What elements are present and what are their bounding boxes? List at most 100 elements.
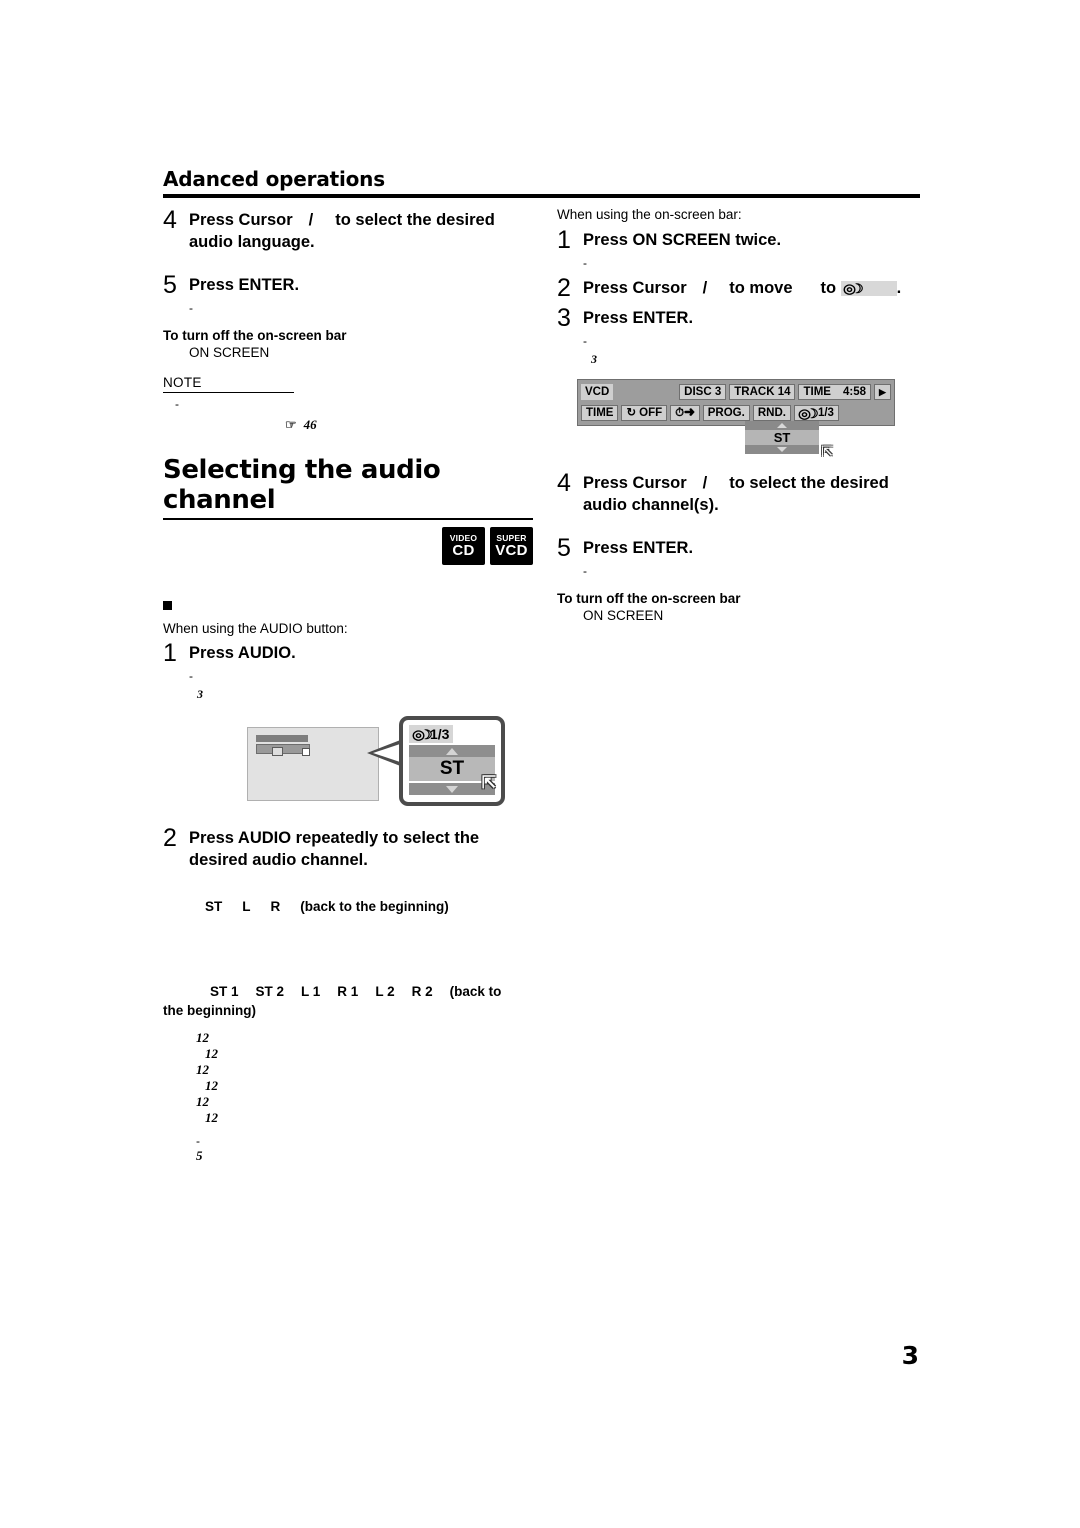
osd-channel-value: ST	[439, 758, 465, 779]
osd-spinner-up[interactable]	[409, 745, 495, 757]
note-label: NOTE	[163, 375, 202, 390]
tv-osd-figure: ◎☽ 1/3 ST ⇱	[247, 716, 507, 808]
step-number: 4	[163, 206, 177, 234]
note-dash: -	[175, 397, 179, 411]
cursor-slash: /	[308, 211, 314, 229]
step-number: 5	[557, 534, 571, 562]
sequence-item: R 1	[337, 984, 359, 999]
lead-in-audio-button: When using the AUDIO button:	[163, 621, 348, 636]
on-screen-bar: VCD DISC 3 TRACK 14 TIME 4:58 ▶ TIME ↻ OF…	[577, 379, 895, 426]
step-2-move-cursor: 2 Press Cursor / to move to ◎☽.	[557, 274, 922, 302]
osd-time-mode-chip[interactable]: TIME	[581, 405, 619, 421]
step-text: Press ENTER.	[583, 539, 694, 557]
step-2-press-audio-repeatedly: 2 Press AUDIO repeatedly to select the d…	[163, 824, 533, 871]
turn-off-heading: To turn off the on-screen bar	[163, 328, 347, 343]
tv-screen-graphic	[247, 727, 379, 801]
list-item: 12	[196, 1094, 209, 1109]
sequence-item: R	[270, 899, 281, 914]
list-item: 12	[205, 1046, 218, 1061]
mouse-pointer-icon: ⇱	[481, 773, 496, 792]
square-bullet-icon	[163, 601, 172, 610]
sequence-item: L 2	[375, 984, 395, 999]
step-text-part2: to select the desired	[335, 211, 495, 229]
step-number: 1	[557, 226, 571, 254]
step-text: Press ENTER.	[189, 276, 300, 294]
triangle-up-icon	[777, 423, 787, 428]
osd-prog-chip[interactable]: PROG.	[702, 405, 750, 421]
tv-mini-highlight	[272, 747, 283, 756]
step-text-part3: to	[820, 279, 837, 297]
step-text: Press ENTER.	[583, 309, 694, 327]
tail-dash: -	[196, 1134, 200, 1148]
step-5-dash: -	[583, 564, 587, 578]
step-text-part2: to move	[729, 279, 793, 297]
sequence-note-line2: the beginning)	[163, 1003, 256, 1018]
sequence-item: R 2	[411, 984, 433, 999]
on-screen-bar-row-1: VCD DISC 3 TRACK 14 TIME 4:58 ▶	[581, 383, 891, 401]
badge-video-cd: VIDEO CD	[442, 527, 485, 565]
sequence-item: ST 1	[210, 984, 239, 999]
lead-in-on-screen-bar: When using the on-screen bar:	[557, 207, 742, 222]
step-1-press-on-screen: 1 Press ON SCREEN twice.	[557, 226, 922, 254]
osd-time-chip[interactable]: TIME 4:58	[798, 384, 871, 400]
sequence-vcd: ST L R (back to the beginning)	[205, 897, 533, 916]
step-number: 5	[163, 271, 177, 299]
step-number: 1	[163, 639, 177, 667]
sequence-item: L 1	[301, 984, 321, 999]
left-column: 4 Press Cursor / to select the desired aud…	[163, 206, 533, 1164]
list-item: 12	[196, 1030, 209, 1045]
step-1-tiny-number: 3	[197, 687, 203, 701]
step-text: Press AUDIO repeatedly to select the des…	[189, 824, 479, 871]
osd-audio-count: 1/3	[430, 726, 450, 742]
osd-audio-chip[interactable]: ◎☽ 1/3	[793, 405, 839, 421]
step-3-dash: -	[583, 334, 587, 348]
sequence-item: ST 2	[255, 984, 285, 999]
dolby-audio-icon: ◎☽	[842, 281, 864, 297]
running-head-rule	[163, 194, 920, 198]
on-screen-bar-figure: VCD DISC 3 TRACK 14 TIME 4:58 ▶ TIME ↻ OF…	[557, 379, 895, 458]
mouse-pointer-icon: ⇱	[821, 443, 833, 459]
play-triangle-icon[interactable]: ▶	[874, 384, 891, 400]
disc-type-badges: VIDEO CD SUPER VCD	[163, 527, 533, 565]
osd-audio-indicator: ◎☽ 1/3	[409, 725, 454, 743]
osd-disc-chip[interactable]: DISC 3	[679, 384, 727, 400]
step-4-audio-language: 4 Press Cursor / to select the desired aud…	[163, 206, 533, 253]
tv-mini-bar-top	[256, 735, 308, 742]
osd-audio-value: 1/3	[817, 406, 834, 419]
running-head: Adanced operations	[163, 168, 920, 198]
page-number: 3	[901, 1341, 919, 1370]
osd-clock-chip[interactable]: ⏱➜	[670, 405, 700, 421]
step-5-dash: -	[189, 301, 193, 315]
osd-rnd-chip[interactable]: RND.	[752, 405, 791, 421]
turn-off-heading: To turn off the on-screen bar	[557, 591, 741, 606]
right-column: When using the on-screen bar: 1 Press ON…	[557, 206, 922, 624]
step-text-line1: Press AUDIO repeatedly to select the	[189, 829, 480, 847]
tail-number: 5	[196, 1148, 203, 1163]
dropdown-up-button[interactable]	[745, 421, 819, 430]
badge-bottom-label: CD	[452, 542, 475, 559]
sequence-item: L	[242, 899, 251, 914]
step-text-period: .	[896, 279, 902, 297]
osd-source-label: VCD	[581, 384, 614, 400]
list-item: 12	[205, 1110, 218, 1125]
step-3-press-enter: 3 Press ENTER.	[557, 304, 922, 332]
osd-track-chip[interactable]: TRACK 14	[729, 384, 796, 400]
note-rule	[163, 392, 294, 393]
dolby-audio-icon: ◎☽	[412, 726, 433, 742]
note-block: NOTE - ☞ 46	[163, 375, 533, 433]
step-number: 4	[557, 469, 571, 497]
list-item: 12	[205, 1078, 218, 1093]
italic-number-list: 12 12 12 12 12 12	[196, 1030, 533, 1126]
osd-repeat-chip[interactable]: ↻ OFF	[621, 405, 668, 421]
step-text-part1: Press Cursor	[583, 279, 687, 297]
badge-bottom-label: VCD	[495, 542, 528, 559]
cursor-slash: /	[702, 279, 708, 297]
step-text-part1: Press Cursor	[189, 211, 293, 229]
step-5-press-enter: 5 Press ENTER.	[163, 271, 533, 299]
osd-audio-dropdown: ST ⇱	[745, 421, 833, 458]
step-text: Press Cursor / to select the desired audio…	[583, 469, 889, 516]
section-heading: Selecting the audio channel	[163, 455, 533, 520]
step-1-dash: -	[189, 669, 193, 683]
dropdown-down-button[interactable]: ⇱	[745, 444, 833, 458]
step-1-dash: -	[583, 256, 587, 270]
